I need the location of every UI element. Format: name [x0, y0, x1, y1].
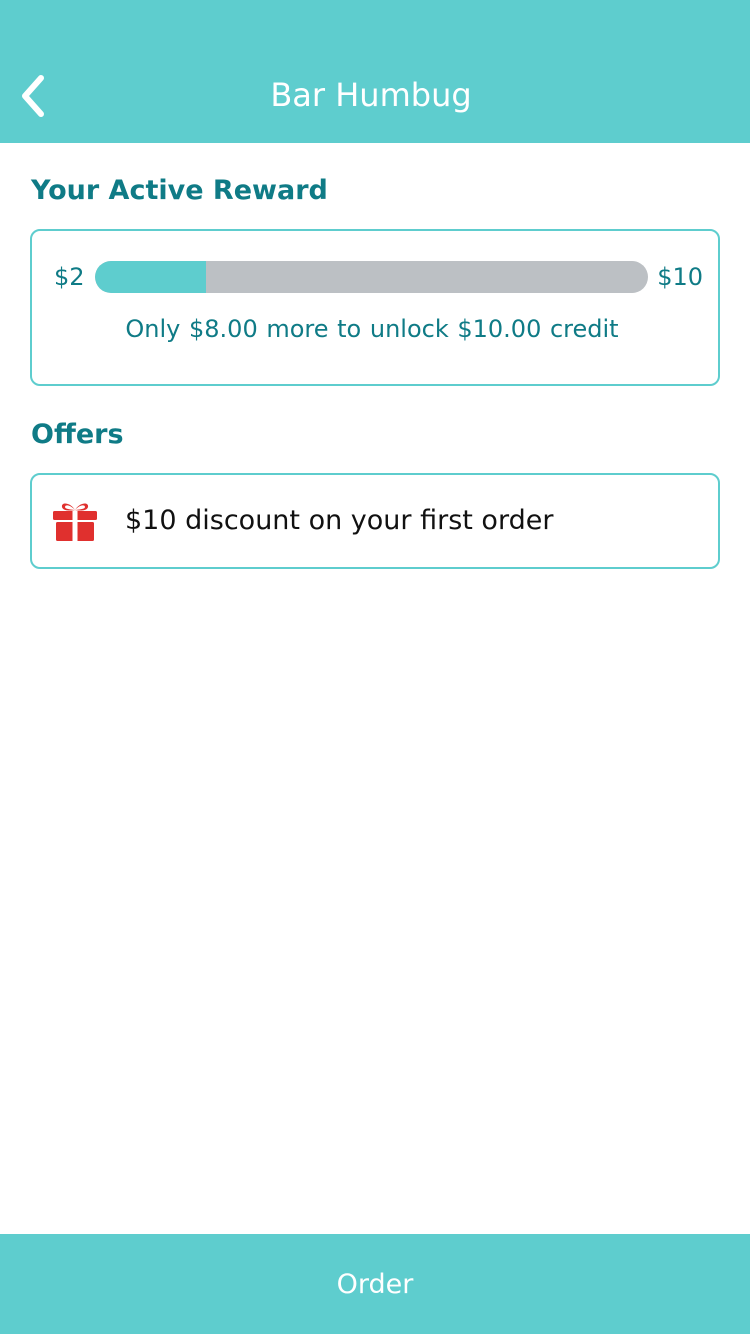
page-title: Bar Humbug: [270, 76, 472, 114]
reward-progress-fill: [95, 261, 206, 293]
order-button[interactable]: Order: [0, 1234, 750, 1334]
gift-icon: [53, 503, 97, 541]
offer-item[interactable]: $10 discount on your first order: [30, 473, 720, 569]
active-reward-heading: Your Active Reward: [31, 175, 328, 206]
app-header: Bar Humbug: [0, 0, 750, 143]
reward-start-amount: $2: [54, 263, 85, 291]
reward-progress-bar: [95, 261, 648, 293]
offers-heading: Offers: [31, 419, 124, 450]
reward-card: $2 $10 Only $8.00 more to unlock $10.00 …: [30, 229, 720, 386]
reward-end-amount: $10: [657, 263, 703, 291]
reward-message: Only $8.00 more to unlock $10.00 credit: [125, 315, 619, 343]
offer-text: $10 discount on your first order: [125, 505, 554, 536]
